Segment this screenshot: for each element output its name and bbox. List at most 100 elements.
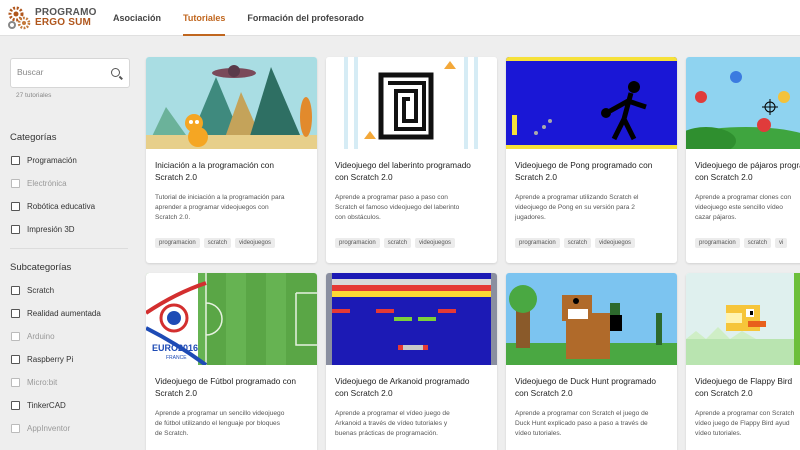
card-title-line: Videojuego de pájaros programado — [695, 160, 800, 170]
card-title[interactable]: Videojuego de Arkanoid programado con Scr… — [335, 375, 491, 399]
card-title-line: con Scratch 2.0 — [335, 388, 393, 398]
tutorial-card[interactable]: Videojuego de Pong programado con Scratch… — [506, 57, 677, 263]
search-icon[interactable] — [111, 68, 120, 77]
tutorial-card[interactable]: Videojuego del laberinto programado con S… — [326, 57, 497, 263]
card-title[interactable]: Videojuego de Pong programado con Scratch… — [515, 159, 671, 183]
card-tags: programacion scratch videojuegos — [155, 238, 279, 248]
card-title[interactable]: Videojuego del laberinto programado con S… — [335, 159, 491, 183]
tutorial-card[interactable]: Videojuego de pájaros programado con Scra… — [686, 57, 800, 263]
nav-asociacion[interactable]: Asociación — [113, 0, 161, 36]
filter-programacion[interactable]: Programación — [11, 156, 77, 165]
checkbox[interactable] — [11, 424, 20, 433]
desc-line: Aprende a programar con Scratch el juego… — [515, 410, 649, 417]
checkbox[interactable] — [11, 332, 20, 341]
checkbox[interactable] — [11, 156, 20, 165]
tag-chip[interactable]: scratch — [563, 238, 592, 248]
filter-arduino[interactable]: Arduino — [11, 332, 55, 341]
card-description: Aprende a programar el vídeo juego de Ark… — [335, 409, 493, 439]
search-box — [10, 58, 130, 88]
filter-scratch[interactable]: Scratch — [11, 286, 54, 295]
filter-label: Micro:bit — [27, 378, 58, 387]
tutorial-card[interactable]: Videojuego de Flappy Bird con Scratch 2.0… — [686, 273, 800, 450]
search-input[interactable] — [17, 67, 107, 77]
checkbox[interactable] — [11, 286, 20, 295]
filter-label: Robótica educativa — [27, 202, 96, 211]
card-description: Aprende a programar paso a paso con Scrat… — [335, 193, 493, 223]
tag-chip[interactable]: programacion — [335, 238, 380, 248]
tag-chip[interactable]: scratch — [743, 238, 772, 248]
checkbox[interactable] — [11, 202, 20, 211]
tag-chip[interactable]: vi — [775, 238, 788, 248]
tag-chip[interactable]: videojuegos — [415, 238, 456, 248]
filter-label: Raspberry Pi — [27, 355, 74, 364]
filter-microbit[interactable]: Micro:bit — [11, 378, 57, 387]
card-tags: programacion scratch videojuegos — [335, 238, 459, 248]
brand-logo[interactable]: PROGRAMO ERGO SUM — [5, 4, 105, 32]
filter-label: Impresión 3D — [27, 225, 75, 234]
euro-logo-subtext: FRANCE — [166, 355, 187, 361]
tag-chip[interactable]: programacion — [155, 238, 200, 248]
card-description: Tutorial de iniciación a la programación… — [155, 193, 313, 223]
desc-line: buenas prácticas de programación. — [335, 430, 438, 437]
desc-line: Aprende a programar paso a paso con — [335, 194, 448, 201]
filter-robotica[interactable]: Robótica educativa — [11, 202, 95, 211]
card-title-line: con Scratch 2.0 — [695, 388, 753, 398]
card-title-line: con Scratch 2.0 — [515, 388, 573, 398]
card-title-line: Videojuego de Arkanoid programado — [335, 376, 470, 386]
card-title-line: Videojuego del laberinto programado — [335, 160, 471, 170]
checkbox[interactable] — [11, 378, 20, 387]
desc-line: vídeo tutoriales. — [695, 430, 742, 437]
filter-tinkercad[interactable]: TinkerCAD — [11, 401, 66, 410]
card-tags: programacion scratch videojuegos — [515, 238, 639, 248]
desc-line: Aprende a programar con Scratch — [695, 410, 795, 417]
checkbox[interactable] — [11, 309, 20, 318]
desc-line: aprender a programar videojuegos con — [155, 204, 269, 211]
filter-appinventor[interactable]: AppInventor — [11, 424, 70, 433]
scratch-intro-thumbnail — [146, 57, 317, 149]
pong-thumbnail — [506, 57, 677, 149]
desc-line: vídeo juego de Flappy Bird ayud — [695, 420, 790, 427]
tutorial-card[interactable]: EURO2016 FRANCE Videojuego de Fútbol pro… — [146, 273, 317, 450]
tutorial-card[interactable]: Videojuego de Arkanoid programado con Scr… — [326, 273, 497, 450]
filter-electronica[interactable]: Electrónica — [11, 179, 67, 188]
tag-chip[interactable]: scratch — [383, 238, 412, 248]
card-title[interactable]: Videojuego de Duck Hunt programado con Sc… — [515, 375, 671, 399]
filter-label: Electrónica — [27, 179, 67, 188]
nav-tutoriales[interactable]: Tutoriales — [183, 0, 226, 36]
card-title-line: Scratch 2.0 — [515, 172, 557, 182]
card-title-line: Videojuego de Flappy Bird — [695, 376, 793, 386]
card-title-line: Videojuego de Pong programado con — [515, 160, 653, 170]
top-bar: PROGRAMO ERGO SUM Asociación Tutoriales … — [0, 0, 800, 36]
filter-impresion-3d[interactable]: Impresión 3D — [11, 225, 75, 234]
desc-line: Duck Hunt explicado paso a paso a través… — [515, 420, 648, 427]
checkbox[interactable] — [11, 401, 20, 410]
tag-chip[interactable]: programacion — [695, 238, 740, 248]
checkbox[interactable] — [11, 355, 20, 364]
card-title[interactable]: Videojuego de pájaros programado con Scra… — [695, 159, 800, 183]
filter-label: TinkerCAD — [27, 401, 66, 410]
tutorial-card[interactable]: Iniciación a la programación con Scratch … — [146, 57, 317, 263]
tag-chip[interactable]: videojuegos — [235, 238, 276, 248]
checkbox[interactable] — [11, 179, 20, 188]
divider — [10, 248, 128, 249]
desc-line: Aprende a programar el vídeo juego de — [335, 410, 450, 417]
filter-realidad-aumentada[interactable]: Realidad aumentada — [11, 309, 101, 318]
brand-line-2: ERGO SUM — [35, 16, 92, 28]
tutorial-card[interactable]: Videojuego de Duck Hunt programado con Sc… — [506, 273, 677, 450]
arkanoid-thumbnail — [326, 273, 497, 365]
desc-line: jugadores. — [515, 214, 546, 221]
desc-line: de fútbol utilizando el lenguaje por blo… — [155, 420, 281, 427]
card-title-line: con Scratch 2.0 — [695, 172, 753, 182]
filter-raspberry-pi[interactable]: Raspberry Pi — [11, 355, 73, 364]
card-title[interactable]: Videojuego de Fútbol programado con Scrat… — [155, 375, 311, 399]
gears-icon — [8, 6, 31, 29]
tag-chip[interactable]: videojuegos — [595, 238, 636, 248]
desc-line: vídeo tutoriales. — [515, 430, 562, 437]
tag-chip[interactable]: programacion — [515, 238, 560, 248]
checkbox[interactable] — [11, 225, 20, 234]
card-title[interactable]: Videojuego de Flappy Bird con Scratch 2.0 — [695, 375, 800, 399]
card-title[interactable]: Iniciación a la programación con Scratch … — [155, 159, 311, 183]
nav-formacion[interactable]: Formación del profesorado — [247, 0, 364, 36]
tag-chip[interactable]: scratch — [203, 238, 232, 248]
card-title-line: Iniciación a la programación con — [155, 160, 274, 170]
